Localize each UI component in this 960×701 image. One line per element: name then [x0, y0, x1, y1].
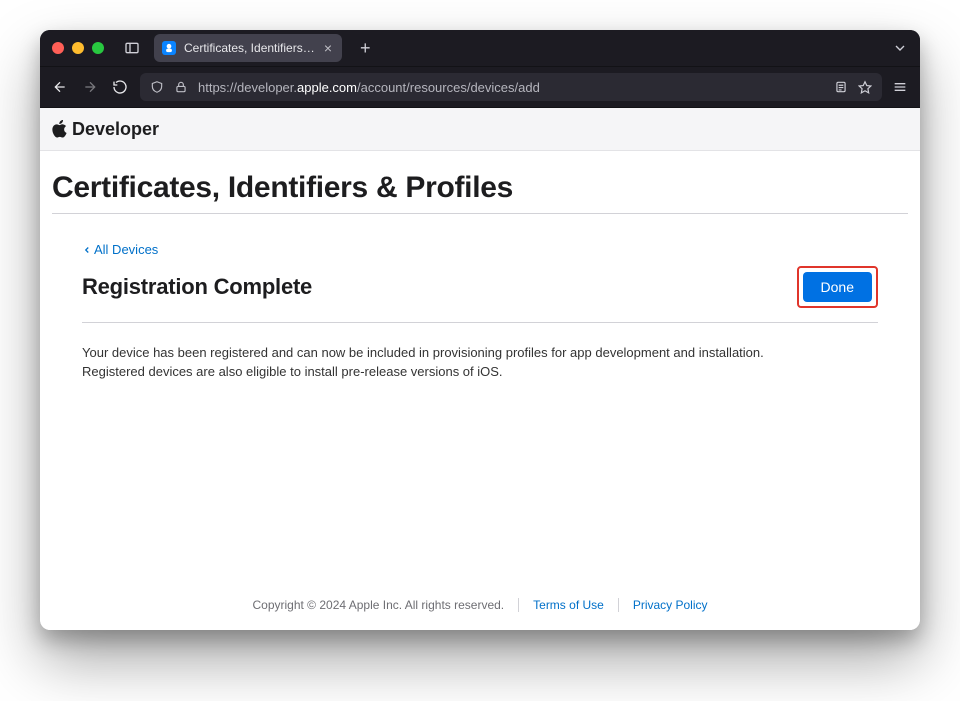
- sidebar-toggle-icon[interactable]: [124, 40, 140, 56]
- url-path: /account/resources/devices/add: [357, 80, 540, 95]
- footer-divider: [618, 598, 619, 612]
- tabs-dropdown-icon[interactable]: [892, 40, 908, 56]
- new-tab-button[interactable]: +: [356, 39, 375, 57]
- shield-icon[interactable]: [150, 80, 164, 94]
- tab-favicon-icon: [162, 41, 176, 55]
- done-button[interactable]: Done: [803, 272, 872, 302]
- back-link-all-devices[interactable]: All Devices: [82, 242, 158, 257]
- page-content: Certificates, Identifiers & Profiles All…: [40, 151, 920, 630]
- tab-strip: Certificates, Identifiers & Profiles × +: [40, 30, 920, 67]
- window-minimize-button[interactable]: [72, 42, 84, 54]
- registration-body-text: Your device has been registered and can …: [82, 343, 802, 382]
- browser-window: Certificates, Identifiers & Profiles × +: [40, 30, 920, 630]
- url-bar[interactable]: https://developer.apple.com/account/reso…: [140, 73, 882, 101]
- url-text: https://developer.apple.com/account/reso…: [198, 80, 824, 95]
- page-footer: Copyright © 2024 Apple Inc. All rights r…: [52, 586, 908, 630]
- nav-reload-icon[interactable]: [112, 79, 128, 95]
- nav-forward-icon: [82, 79, 98, 95]
- footer-terms-link[interactable]: Terms of Use: [533, 598, 604, 612]
- app-menu-icon[interactable]: [892, 79, 908, 95]
- reader-mode-icon[interactable]: [834, 80, 848, 94]
- footer-divider: [518, 598, 519, 612]
- page-viewport: Developer Certificates, Identifiers & Pr…: [40, 108, 920, 630]
- page-subtitle: Registration Complete: [82, 274, 312, 300]
- divider: [82, 322, 878, 323]
- developer-label: Developer: [72, 119, 159, 140]
- window-close-button[interactable]: [52, 42, 64, 54]
- url-host: apple.com: [297, 80, 357, 95]
- browser-tab-active[interactable]: Certificates, Identifiers & Profiles ×: [154, 34, 342, 62]
- window-controls: [52, 42, 104, 54]
- developer-header: Developer: [40, 108, 920, 151]
- bookmark-star-icon[interactable]: [858, 80, 872, 94]
- done-button-highlight: Done: [797, 266, 878, 308]
- tab-close-icon[interactable]: ×: [324, 41, 332, 55]
- nav-back-icon[interactable]: [52, 79, 68, 95]
- url-prefix: https://developer.: [198, 80, 297, 95]
- section-title: Certificates, Identifiers & Profiles: [52, 171, 908, 205]
- apple-logo-icon: [52, 120, 68, 138]
- footer-privacy-link[interactable]: Privacy Policy: [633, 598, 708, 612]
- tab-title: Certificates, Identifiers & Profiles: [184, 41, 316, 55]
- footer-copyright: Copyright © 2024 Apple Inc. All rights r…: [252, 598, 504, 612]
- lock-icon[interactable]: [174, 80, 188, 94]
- apple-developer-logo[interactable]: Developer: [52, 119, 159, 140]
- browser-toolbar: https://developer.apple.com/account/reso…: [40, 67, 920, 108]
- back-link-label: All Devices: [94, 242, 158, 257]
- chevron-left-icon: [82, 245, 92, 255]
- window-zoom-button[interactable]: [92, 42, 104, 54]
